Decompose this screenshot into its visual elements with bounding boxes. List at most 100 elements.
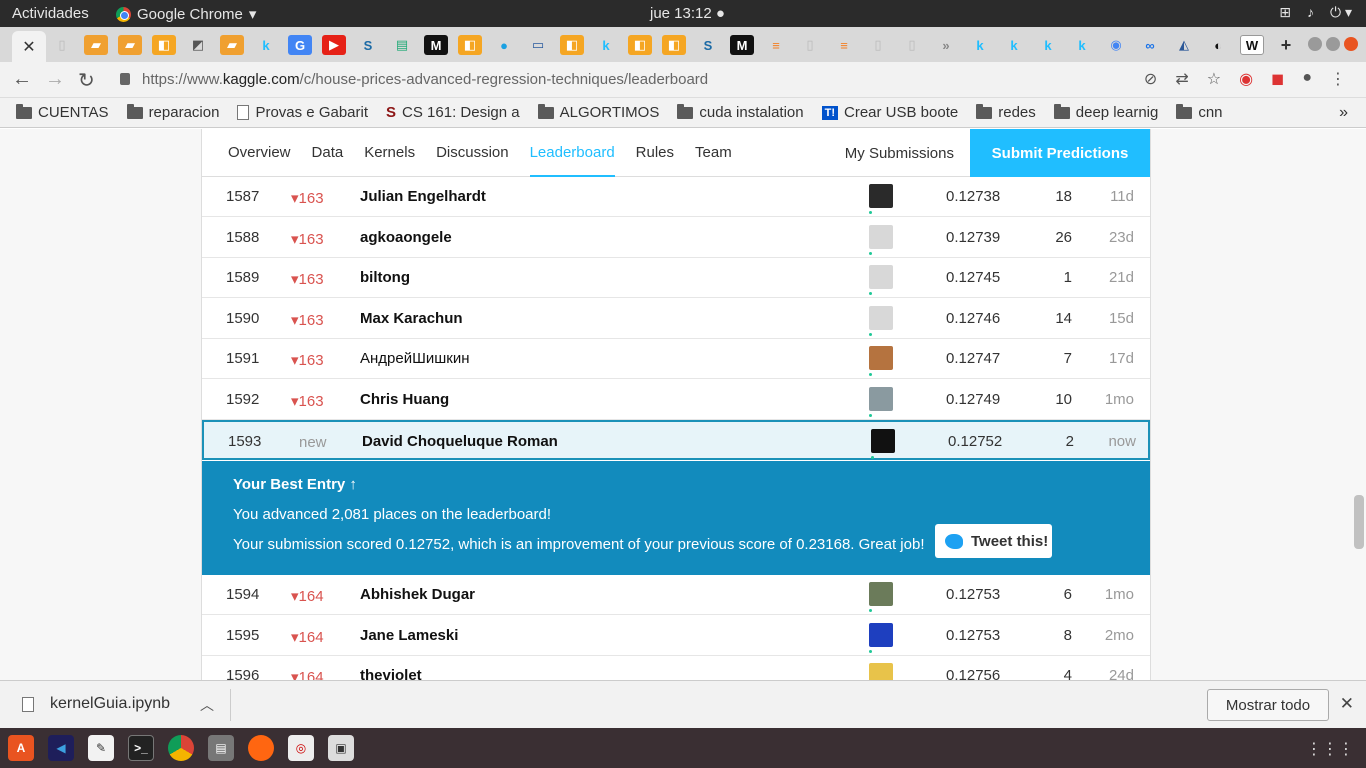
profile-icon[interactable]: ● xyxy=(1302,69,1312,89)
my-leaderboard-row[interactable]: 1593 new David Choqueluque Roman 0.12752 2 no… xyxy=(202,420,1150,460)
chevron-up-icon[interactable]: ︿ xyxy=(200,695,214,715)
scrollbar-thumb[interactable] xyxy=(1354,495,1364,549)
tab-youtube[interactable]: ▶ xyxy=(322,35,346,55)
bookmark-usb[interactable]: T! Crear USB boote xyxy=(821,104,958,121)
tab-rules[interactable]: Rules xyxy=(636,129,674,177)
firefox-icon[interactable] xyxy=(248,735,274,761)
tab-medium[interactable]: M xyxy=(730,35,754,55)
tab-leaderboard[interactable]: Leaderboard xyxy=(529,129,615,177)
tab-slides[interactable]: ◧ xyxy=(152,35,176,55)
leaderboard-row[interactable]: 1595 ▾164 Jane Lameski 0.12753 8 2mo xyxy=(202,616,1150,656)
show-all-button[interactable]: Mostrar todo xyxy=(1207,689,1329,721)
forward-arrow-icon[interactable]: → xyxy=(45,68,65,91)
team-name[interactable]: biltong xyxy=(360,269,410,286)
tweet-button[interactable]: Tweet this! xyxy=(935,524,1052,558)
leaderboard-row[interactable]: 1589 ▾163 biltong 0.12745 1 21d xyxy=(202,258,1150,298)
tab-slides[interactable]: ◧ xyxy=(628,35,652,55)
activities-button[interactable]: Actividades xyxy=(12,5,89,22)
tab-stackoverflow[interactable]: ≡ xyxy=(764,35,788,55)
leaderboard-row[interactable]: 1594 ▾164 Abhishek Dugar 0.12753 6 1mo xyxy=(202,575,1150,615)
tab-github[interactable]: ◐ xyxy=(1206,35,1230,55)
bookmark-cuentas[interactable]: CUENTAS xyxy=(16,103,109,121)
avatar[interactable] xyxy=(869,663,893,680)
tab-kaggle[interactable]: k xyxy=(968,35,992,55)
clock[interactable]: jue 13:12 ● xyxy=(650,5,725,22)
tab-scikit[interactable]: S xyxy=(356,35,380,55)
my-submissions-link[interactable]: My Submissions xyxy=(845,129,954,177)
tab-active[interactable]: ✕ xyxy=(12,31,46,62)
leaderboard-row[interactable]: 1591 ▾163 АндрейШишкин 0.12747 7 17d xyxy=(202,339,1150,379)
app-icon[interactable]: ▣ xyxy=(328,735,354,761)
maximize-button[interactable] xyxy=(1326,37,1340,51)
system-tray[interactable]: ⊞ ♪ ⏻ ▾ xyxy=(1279,4,1352,21)
star-icon[interactable]: ☆ xyxy=(1207,69,1221,89)
show-applications-icon[interactable]: ⋮⋮⋮ xyxy=(1306,739,1354,759)
avatar[interactable] xyxy=(869,265,893,295)
tab-link[interactable]: ∞ xyxy=(1138,35,1162,55)
tab-blank[interactable]: ▯ xyxy=(798,35,822,55)
team-name[interactable]: agkoaongele xyxy=(360,229,452,246)
avatar[interactable] xyxy=(869,622,893,653)
tab-slides[interactable]: ◧ xyxy=(560,35,584,55)
team-name[interactable]: Max Karachun xyxy=(360,310,463,327)
tab-team[interactable]: Team xyxy=(695,129,732,177)
tab-book[interactable]: ▰ xyxy=(118,35,142,55)
tab-page[interactable]: ▭ xyxy=(526,35,550,55)
tab-kaggle[interactable]: k xyxy=(1002,35,1026,55)
tab-slides[interactable]: ◧ xyxy=(458,35,482,55)
volume-icon[interactable]: ♪ xyxy=(1307,4,1314,21)
blocked-icon[interactable]: ⊘ xyxy=(1144,69,1157,89)
lock-icon[interactable] xyxy=(120,73,130,85)
bookmark-reparacion[interactable]: reparacion xyxy=(126,103,219,121)
url-field[interactable]: https://www.kaggle.com/c/house-prices-ad… xyxy=(142,71,708,88)
tab-scikit[interactable]: S xyxy=(696,35,720,55)
app-menu[interactable]: Google Chrome ▾ xyxy=(116,5,256,23)
avatar[interactable] xyxy=(869,184,893,214)
submit-predictions-button[interactable]: Submit Predictions xyxy=(970,129,1150,177)
avatar[interactable] xyxy=(869,224,893,255)
close-tab-icon[interactable]: ✕ xyxy=(22,37,35,57)
tab-kaggle[interactable]: k xyxy=(594,35,618,55)
tab-wikipedia[interactable]: W xyxy=(1240,35,1264,55)
tab-blank[interactable]: ▯ xyxy=(50,35,74,55)
extension-icon[interactable]: ◉ xyxy=(1239,69,1253,89)
avatar[interactable] xyxy=(871,429,895,459)
more-bookmarks-icon[interactable]: » xyxy=(1339,104,1348,122)
tab-google[interactable]: ◉ xyxy=(1104,35,1128,55)
leaderboard-row[interactable]: 1592 ▾163 Chris Huang 0.12749 10 1mo xyxy=(202,380,1150,420)
bookmark-algortimos[interactable]: ALGORTIMOS xyxy=(537,103,659,121)
files-icon[interactable]: ▤ xyxy=(208,735,234,761)
menu-icon[interactable]: ⋮ xyxy=(1330,69,1346,89)
terminal-icon[interactable]: >_ xyxy=(128,735,154,761)
extension-icon[interactable]: ◼ xyxy=(1271,69,1284,89)
app-icon[interactable]: ◎ xyxy=(288,735,314,761)
team-name[interactable]: David Choqueluque Roman xyxy=(362,433,558,450)
chrome-dock-icon[interactable] xyxy=(168,735,194,761)
avatar[interactable] xyxy=(869,305,893,336)
network-icon[interactable]: ⊞ xyxy=(1279,4,1291,21)
tab-book[interactable]: ▰ xyxy=(220,35,244,55)
team-name[interactable]: Abhishek Dugar xyxy=(360,586,475,603)
tab-blank[interactable]: ▯ xyxy=(900,35,924,55)
page-scrollbar[interactable] xyxy=(1354,129,1364,680)
reload-icon[interactable]: ↻ xyxy=(78,68,95,93)
leaderboard-row[interactable]: 1587 ▾163 Julian Engelhardt 0.12738 18 11d xyxy=(202,177,1150,217)
tab-page[interactable]: ● xyxy=(492,35,516,55)
leaderboard-row[interactable]: 1590 ▾163 Max Karachun 0.12746 14 15d xyxy=(202,299,1150,339)
close-window-button[interactable] xyxy=(1344,37,1358,51)
bookmark-provas[interactable]: Provas e Gabarit xyxy=(237,104,368,121)
vscode-icon[interactable]: ◀ xyxy=(48,735,74,761)
team-name[interactable]: Jane Lameski xyxy=(360,627,458,644)
tab-book[interactable]: ▰ xyxy=(84,35,108,55)
tab-medium[interactable]: M xyxy=(424,35,448,55)
tab-kaggle[interactable]: k xyxy=(1036,35,1060,55)
bookmark-cnn[interactable]: cnn xyxy=(1176,103,1223,121)
avatar[interactable] xyxy=(869,386,893,417)
tab-discussion[interactable]: Discussion xyxy=(436,129,509,177)
avatar[interactable] xyxy=(869,582,893,612)
tab-slides[interactable]: ◧ xyxy=(662,35,686,55)
close-icon[interactable]: ✕ xyxy=(1340,694,1354,714)
text-editor-icon[interactable]: ✎ xyxy=(88,735,114,761)
tab-kaggle[interactable]: k xyxy=(254,35,278,55)
power-icon[interactable]: ⏻ ▾ xyxy=(1330,4,1352,21)
